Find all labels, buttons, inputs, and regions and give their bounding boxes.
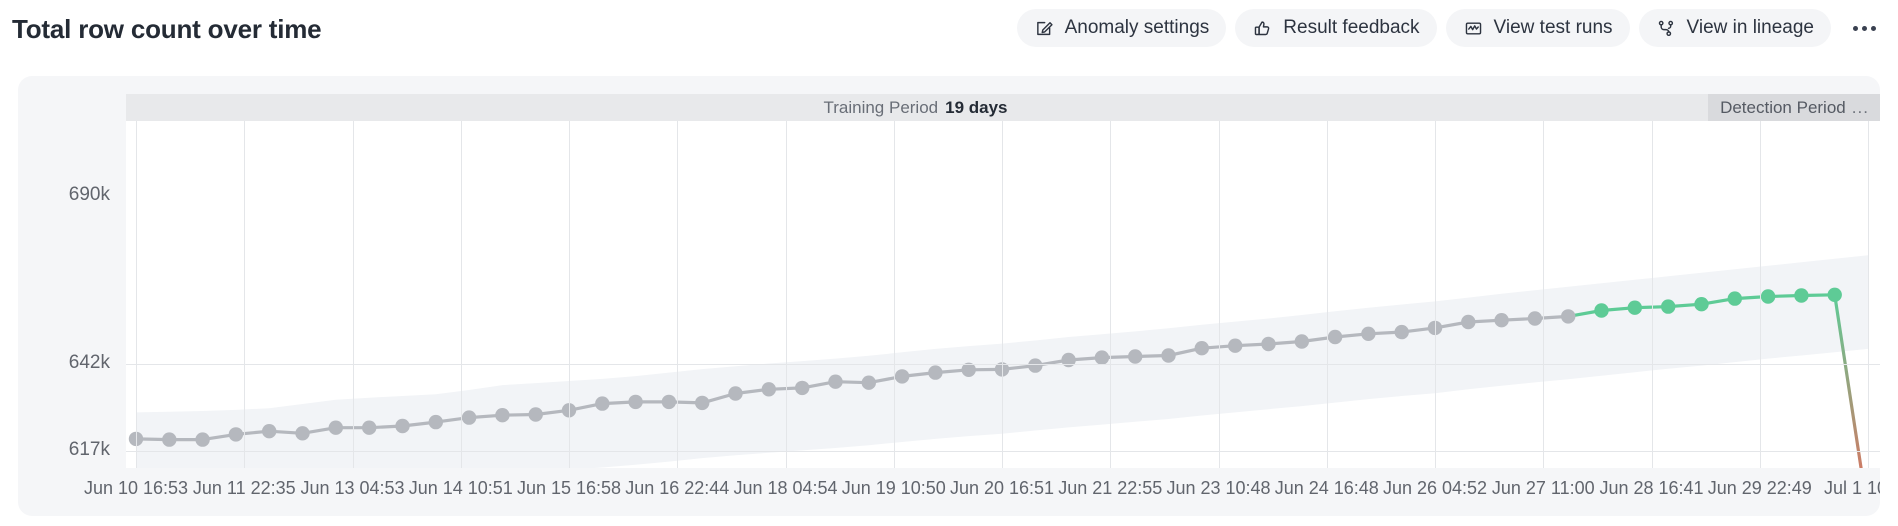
view-test-runs-label: View test runs (1493, 17, 1613, 38)
chart-box-icon (1463, 18, 1484, 39)
view-in-lineage-label: View in lineage (1686, 17, 1814, 38)
result-feedback-label: Result feedback (1283, 17, 1420, 38)
edit-square-icon (1034, 18, 1055, 39)
horizontal-gridline (126, 451, 1880, 452)
vertical-gridline (1760, 121, 1761, 468)
vertical-gridline (1435, 121, 1436, 468)
result-feedback-button[interactable]: Result feedback (1235, 9, 1437, 47)
vertical-gridline (1110, 121, 1111, 468)
page-header: Total row count over time Anomaly settin… (0, 0, 1898, 62)
vertical-gridline (461, 121, 462, 468)
training-period-label: Training Period (823, 97, 939, 117)
horizontal-gridline (126, 364, 1880, 365)
x-axis-tick-label: Jun 16 22:44 (625, 478, 730, 498)
training-period-banner: Training Period 19 days (126, 94, 1705, 121)
vertical-gridline (1002, 121, 1003, 468)
vertical-gridline (677, 121, 678, 468)
x-axis-tick-label: Jun 15 16:58 (516, 478, 622, 498)
x-axis-tick-label: Jun 10 16:53 (83, 478, 189, 498)
vertical-gridline (353, 121, 354, 468)
vertical-gridline (1543, 121, 1544, 468)
anomaly-settings-label: Anomaly settings (1064, 17, 1210, 38)
x-axis-tick-label: Jul 1 10:38 (1823, 478, 1880, 498)
dot-3 (1870, 25, 1876, 31)
detection-period-ellipsis: ... (1851, 97, 1869, 117)
y-axis: 690k642k617k592k (18, 76, 110, 516)
thumbs-up-icon (1252, 18, 1273, 39)
x-axis-tick-label: Jun 27 11:00 (1491, 478, 1595, 498)
chart-plane[interactable] (126, 121, 1880, 468)
vertical-gridline (786, 121, 787, 468)
dot-2 (1861, 25, 1867, 31)
plot-area: Training Period 19 days Detection Period… (126, 76, 1880, 468)
vertical-gridline (1652, 121, 1653, 468)
y-axis-tick-label: 617k (68, 438, 110, 460)
lineage-tree-icon (1656, 18, 1677, 39)
vertical-gridline (136, 121, 137, 468)
detection-period-label: Detection Period (1720, 97, 1846, 117)
vertical-gridline (894, 121, 895, 468)
x-axis-tick-label: Jun 21 22:55 (1058, 478, 1163, 498)
more-options-button[interactable] (1844, 9, 1884, 47)
x-axis-tick-label: Jun 26 04:52 (1382, 478, 1488, 498)
vertical-gridline (244, 121, 245, 468)
chart-card: 690k642k617k592k Training Period 19 days… (18, 76, 1880, 516)
vertical-gridline (1327, 121, 1328, 468)
view-test-runs-button[interactable]: View test runs (1445, 9, 1630, 47)
detection-period-banner: Detection Period ... (1708, 94, 1880, 121)
view-in-lineage-button[interactable]: View in lineage (1638, 9, 1831, 47)
anomaly-settings-button[interactable]: Anomaly settings (1016, 9, 1227, 47)
x-axis-tick-label: Jun 29 22:49 (1707, 478, 1812, 498)
x-axis-tick-label: Jun 20 16:51 (949, 478, 1055, 498)
x-axis-tick-label: Jun 23 10:48 (1166, 478, 1271, 498)
page-title: Total row count over time (12, 14, 322, 44)
vertical-gridline (1868, 121, 1869, 468)
vertical-gridline (1219, 121, 1220, 468)
dot-1 (1852, 25, 1858, 31)
x-axis-tick-label: Jun 13 04:53 (300, 478, 405, 498)
vertical-gridline (569, 121, 570, 468)
x-axis-tick-label: Jun 11 22:35 (192, 478, 296, 498)
x-axis: Jun 10 16:53 Jun 11 22:35 Jun 13 04:53 Jun … (18, 468, 1880, 516)
row-count-series (128, 287, 1863, 468)
y-axis-tick-label: 690k (68, 184, 110, 205)
x-axis-tick-label: Jun 14 10:51 (408, 478, 513, 498)
x-axis-tick-label: Jun 28 16:41 (1599, 478, 1704, 498)
x-axis-tick-label: Jun 24 16:48 (1274, 478, 1379, 498)
training-period-duration: 19 days (945, 97, 1008, 117)
y-axis-tick-label: 642k (68, 351, 110, 373)
x-axis-tick-label: Jun 18 04:54 (733, 478, 838, 498)
x-axis-tick-label: Jun 19 10:50 (841, 478, 946, 498)
header-toolbar: Anomaly settings Result feedback View te… (1016, 9, 1884, 47)
